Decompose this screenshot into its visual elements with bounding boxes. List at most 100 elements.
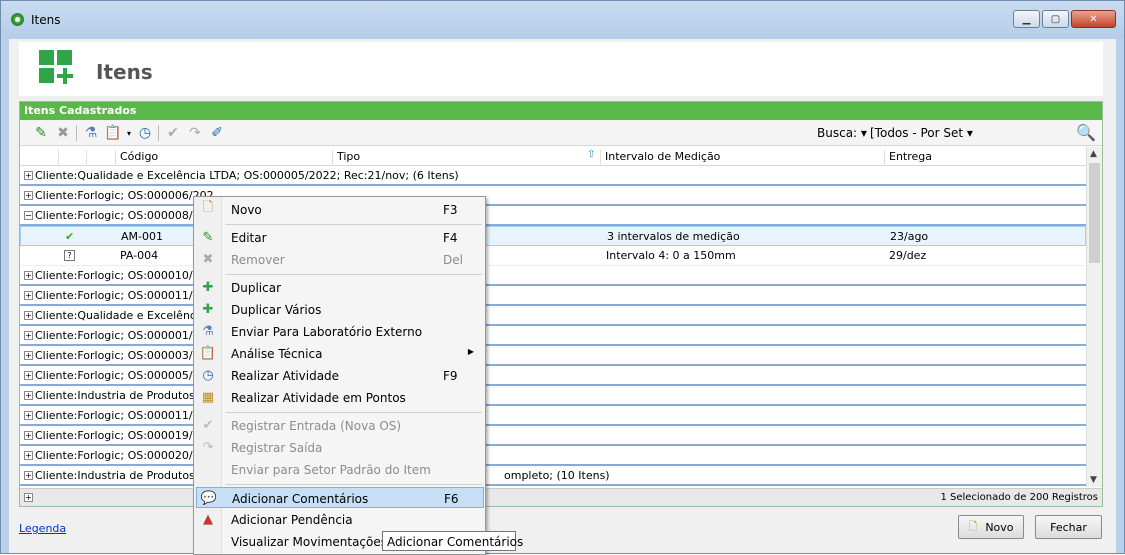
menu-item-novo[interactable]: 🗋 Novo F3	[196, 199, 484, 220]
expand-icon[interactable]: +	[24, 271, 33, 280]
lab-icon[interactable]: ⚗	[82, 124, 100, 142]
menu-separator	[226, 274, 482, 275]
menu-item-label: Duplicar	[231, 281, 282, 295]
group-row[interactable]: + Cliente:Forlogic; OS:000011/202	[20, 286, 1086, 306]
col-entrega[interactable]: Entrega	[884, 150, 1084, 166]
expand-icon[interactable]: +	[24, 331, 33, 340]
menu-item-label: Registrar Entrada (Nova OS)	[231, 419, 402, 433]
menu-item-editar[interactable]: ✎ Editar F4	[196, 227, 484, 248]
fechar-button[interactable]: Fechar	[1035, 515, 1102, 539]
menu-item-analise-tecnica[interactable]: 📋 Análise Técnica ▶	[196, 343, 484, 364]
expand-icon[interactable]: +	[24, 311, 33, 320]
menu-separator	[226, 484, 482, 485]
group-row[interactable]: + Cliente:Qualidade e Excelência LT	[20, 306, 1086, 326]
title-bar: Itens ▁ ▢ ✕	[1, 1, 1124, 39]
checkmark-icon[interactable]: ✔	[164, 124, 182, 142]
group-row[interactable]: + Cliente:Industria de Produtos Agric ompl…	[20, 466, 1086, 486]
expand-icon[interactable]: +	[24, 471, 33, 480]
group-row[interactable]: + Cliente:Industria de Produtos Agric	[20, 386, 1086, 406]
busca-dropdown[interactable]: Busca: ▾	[817, 126, 867, 140]
checkmark-icon: ✔	[65, 230, 75, 243]
items-grid: Código Tipo Intervalo de Medição Entrega…	[20, 147, 1086, 487]
menu-item-shortcut: F4	[443, 231, 458, 245]
group-row[interactable]: + Cliente:Qualidade e Excelência LTDA; OS…	[20, 166, 1086, 186]
page-title: Itens	[96, 60, 153, 84]
edit-icon: ✎	[202, 229, 214, 245]
group-label: Cliente:Forlogic; OS:000006/202	[35, 189, 214, 202]
group-row[interactable]: + Cliente:Forlogic; OS:000001/202	[20, 326, 1086, 346]
menu-item-label: Enviar para Setor Padrão do Item	[231, 463, 431, 477]
table-row[interactable]: ? PA-004 Intervalo 4: 0 a 150mm 29/dez	[20, 246, 1086, 266]
group-row[interactable]: + Cliente:Forlogic; OS:000003/202	[20, 346, 1086, 366]
group-row[interactable]: + Cliente:Forlogic; OS:000006/202	[20, 186, 1086, 206]
tag-icon[interactable]: ✐	[208, 124, 226, 142]
group-row[interactable]: + Cliente:Forlogic; OS:000011/202	[20, 406, 1086, 426]
close-button[interactable]: ✕	[1071, 10, 1116, 28]
collapse-icon[interactable]: −	[24, 211, 33, 220]
legend-link[interactable]: Legenda	[19, 522, 66, 535]
tooltip: Adicionar Comentários	[382, 531, 523, 551]
scroll-thumb[interactable]	[1089, 163, 1100, 263]
menu-item-enviar-para-laboratorio-externo[interactable]: ⚗ Enviar Para Laboratório Externo	[196, 321, 484, 342]
group-row[interactable]: + Cliente:Forlogic; OS:000010/202	[20, 266, 1086, 286]
menu-item-realizar-atividade[interactable]: ◷ Realizar Atividade F9	[196, 365, 484, 386]
expand-icon[interactable]: +	[24, 371, 33, 380]
forward-icon: ↷	[202, 439, 214, 455]
menu-item-realizar-atividade-em-pontos[interactable]: ▦ Realizar Atividade em Pontos	[196, 387, 484, 408]
minimize-button[interactable]: ▁	[1013, 10, 1040, 28]
group-row[interactable]: − Cliente:Forlogic; OS:000008/202	[20, 206, 1086, 226]
menu-item-label: Adicionar Comentários	[232, 492, 369, 506]
expand-all-button[interactable]: +	[24, 493, 33, 502]
cell-entrega: 23/ago	[890, 230, 929, 243]
expand-icon[interactable]: +	[24, 351, 33, 360]
col-tipo[interactable]: Tipo	[332, 150, 600, 166]
busca-filter-select[interactable]: [Todos - Por Set ▾	[870, 126, 973, 140]
expand-icon[interactable]: +	[24, 191, 33, 200]
col-codigo[interactable]: Código	[115, 150, 333, 166]
group-label: Cliente:Forlogic; OS:000011/202	[35, 289, 214, 302]
menu-item-duplicar[interactable]: ✚ Duplicar	[196, 277, 484, 298]
menu-item-duplicar-varios[interactable]: ✚ Duplicar Vários	[196, 299, 484, 320]
expand-icon[interactable]: +	[24, 171, 33, 180]
cell-intervalo: Intervalo 4: 0 a 150mm	[606, 249, 736, 262]
new-icon: 🗋	[202, 200, 214, 215]
group-label: Cliente:Forlogic; OS:000008/202	[35, 209, 214, 222]
menu-item-label: Novo	[231, 203, 262, 217]
app-icon	[11, 13, 24, 26]
group-row[interactable]: + Cliente:Forlogic; OS:000020/202	[20, 446, 1086, 466]
menu-item-adicionar-comentarios[interactable]: 💬 Adicionar Comentários F6	[196, 487, 484, 508]
expand-icon[interactable]: +	[24, 411, 33, 420]
menu-item-label: Remover	[231, 253, 285, 267]
expand-icon[interactable]: +	[24, 451, 33, 460]
table-row[interactable]: ✔ AM-001 3 intervalos de medição 23/ago	[20, 226, 1086, 246]
group-row[interactable]: + Cliente:Forlogic; OS:000005/202	[20, 366, 1086, 386]
expand-icon[interactable]: +	[24, 391, 33, 400]
menu-item-label: Visualizar Movimentações e	[231, 535, 399, 549]
menu-item-label: Adicionar Pendência	[231, 513, 353, 527]
menu-item-shortcut: F9	[443, 369, 458, 383]
expand-icon[interactable]: +	[24, 431, 33, 440]
group-row[interactable]: + Cliente:Forlogic; OS:000019/202	[20, 426, 1086, 446]
menu-item-shortcut: Del	[443, 253, 463, 267]
warning-icon: ▲	[203, 511, 213, 527]
maximize-button[interactable]: ▢	[1042, 10, 1069, 28]
novo-button[interactable]: 🗋 Novo	[958, 515, 1024, 539]
clock-icon[interactable]: ◷	[136, 124, 154, 142]
edit-icon[interactable]: ✎	[32, 124, 50, 142]
group-label: Cliente:Forlogic; OS:000020/202	[35, 449, 214, 462]
remove-icon[interactable]: ✖	[54, 124, 72, 142]
vertical-scrollbar[interactable]: ▲ ▼	[1086, 147, 1102, 487]
forward-icon[interactable]: ↷	[186, 124, 204, 142]
items-panel: Itens Cadastrados ✎ ✖ ⚗ 📋 ▾ ◷ ✔ ↷ ✐ Busc…	[19, 101, 1103, 507]
cell-intervalo: 3 intervalos de medição	[607, 230, 740, 243]
menu-item-label: Editar	[231, 231, 267, 245]
column-header: Código Tipo Intervalo de Medição Entrega…	[20, 147, 1086, 166]
menu-item-label: Análise Técnica	[231, 347, 323, 361]
expand-icon[interactable]: +	[24, 291, 33, 300]
search-icon[interactable]: 🔍	[1076, 123, 1096, 142]
menu-item-adicionar-pendencia[interactable]: ▲ Adicionar Pendência	[196, 509, 484, 530]
menu-item-enviar-para-setor-padrao-do-item: Enviar para Setor Padrão do Item	[196, 459, 484, 480]
col-intervalo[interactable]: Intervalo de Medição	[600, 150, 884, 166]
submenu-arrow-icon: ▶	[467, 347, 474, 356]
context-menu: 🗋 Novo F3 ✎ Editar F4 ✖ Remover Del ✚ Duplicar ✚ Dup…	[193, 196, 486, 555]
